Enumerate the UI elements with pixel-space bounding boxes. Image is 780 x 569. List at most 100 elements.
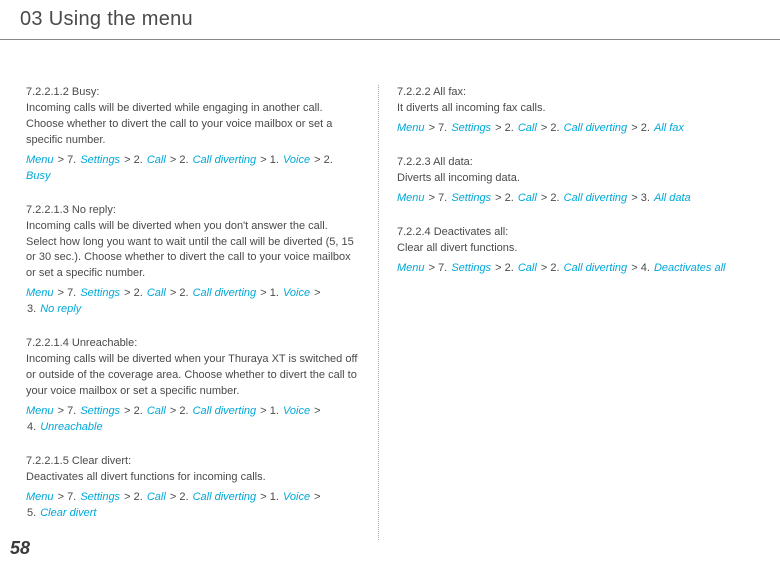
- path-sep: > 2.: [120, 287, 147, 299]
- section-all-data: 7.2.2.3 All data: Diverts all incoming d…: [397, 155, 738, 207]
- path-sep: > 2.: [491, 262, 518, 274]
- section-heading: 7.2.2.1.2 Busy:: [26, 85, 360, 101]
- path-sep: >: [310, 287, 321, 299]
- menu-path-line2: 3. No reply: [26, 302, 360, 318]
- path-sep: > 1.: [256, 287, 283, 299]
- menu-step: Call: [147, 405, 166, 417]
- path-sep: > 2.: [627, 122, 654, 134]
- path-sep: > 4.: [627, 262, 654, 274]
- section-all-fax: 7.2.2.2 All fax: It diverts all incoming…: [397, 85, 738, 137]
- path-sep: > 1.: [256, 154, 283, 166]
- menu-path: Menu > 7. Settings > 2. Call > 2. Call d…: [26, 404, 360, 420]
- path-sep: > 7.: [54, 491, 81, 503]
- menu-step: Menu: [26, 287, 54, 299]
- menu-step: Call diverting: [193, 154, 257, 166]
- menu-step: Settings: [80, 287, 120, 299]
- path-sep: > 2.: [537, 122, 564, 134]
- path-sep: >: [310, 491, 321, 503]
- section-text: Clear all divert functions.: [397, 241, 738, 257]
- menu-step: Call diverting: [564, 192, 628, 204]
- path-sep: > 7.: [425, 122, 452, 134]
- menu-step: Menu: [26, 154, 54, 166]
- path-sep: > 1.: [256, 491, 283, 503]
- path-sep: > 3.: [627, 192, 654, 204]
- menu-step: Call diverting: [193, 405, 257, 417]
- menu-step: Call diverting: [564, 122, 628, 134]
- path-sep: > 2.: [537, 192, 564, 204]
- menu-step: Menu: [26, 491, 54, 503]
- menu-step: Settings: [80, 154, 120, 166]
- path-sep: > 7.: [54, 154, 81, 166]
- content-columns: 7.2.2.1.2 Busy: Incoming calls will be d…: [0, 40, 780, 540]
- column-right: 7.2.2.2 All fax: It diverts all incoming…: [378, 85, 738, 540]
- menu-path: Menu > 7. Settings > 2. Call > 2. Call d…: [397, 261, 738, 277]
- menu-step: Deactivates all: [654, 262, 726, 274]
- path-sep: > 2.: [166, 287, 193, 299]
- path-sep: > 1.: [256, 405, 283, 417]
- section-text: Deactivates all divert functions for inc…: [26, 470, 360, 486]
- menu-step: Menu: [397, 122, 425, 134]
- menu-step: Menu: [26, 405, 54, 417]
- path-sep: > 2.: [491, 122, 518, 134]
- menu-step: Call: [518, 192, 537, 204]
- menu-step: No reply: [40, 303, 81, 315]
- path-sep: > 2.: [120, 405, 147, 417]
- section-busy: 7.2.2.1.2 Busy: Incoming calls will be d…: [26, 85, 360, 185]
- section-heading: 7.2.2.3 All data:: [397, 155, 738, 171]
- menu-step: Settings: [80, 405, 120, 417]
- menu-step: Voice: [283, 491, 310, 503]
- path-sep: > 2.: [310, 154, 334, 166]
- section-deactivates-all: 7.2.2.4 Deactivates all: Clear all diver…: [397, 225, 738, 277]
- menu-path: Menu > 7. Settings > 2. Call > 2. Call d…: [26, 490, 360, 506]
- menu-step: All data: [654, 192, 691, 204]
- path-sep: > 2.: [120, 491, 147, 503]
- path-sep: > 2.: [166, 154, 193, 166]
- section-text: Diverts all incoming data.: [397, 171, 738, 187]
- section-text: Incoming calls will be diverted while en…: [26, 101, 360, 149]
- menu-step: Call diverting: [193, 287, 257, 299]
- menu-step: Voice: [283, 405, 310, 417]
- menu-path: Menu > 7. Settings > 2. Call > 2. Call d…: [397, 121, 738, 137]
- menu-step: Call: [518, 262, 537, 274]
- menu-step: Busy: [26, 170, 50, 182]
- path-sep: 5.: [26, 507, 40, 519]
- path-sep: > 2.: [491, 192, 518, 204]
- menu-path-line2: 4. Unreachable: [26, 420, 360, 436]
- menu-step: Call diverting: [564, 262, 628, 274]
- path-sep: > 7.: [54, 287, 81, 299]
- path-sep: > 7.: [425, 262, 452, 274]
- menu-step: Settings: [451, 192, 491, 204]
- path-sep: 3.: [26, 303, 40, 315]
- section-clear-divert: 7.2.2.1.5 Clear divert: Deactivates all …: [26, 454, 360, 522]
- menu-step: Call: [147, 287, 166, 299]
- menu-step: Menu: [397, 262, 425, 274]
- menu-step: Voice: [283, 154, 310, 166]
- menu-step: Settings: [451, 262, 491, 274]
- menu-step: Call: [518, 122, 537, 134]
- menu-step: Clear divert: [40, 507, 96, 519]
- menu-step: Settings: [451, 122, 491, 134]
- path-sep: > 7.: [425, 192, 452, 204]
- menu-step: Call diverting: [193, 491, 257, 503]
- section-text: Incoming calls will be diverted when you…: [26, 352, 360, 400]
- menu-path: Menu > 7. Settings > 2. Call > 2. Call d…: [26, 286, 360, 302]
- chapter-title: 03 Using the menu: [0, 0, 780, 31]
- section-heading: 7.2.2.4 Deactivates all:: [397, 225, 738, 241]
- section-no-reply: 7.2.2.1.3 No reply: Incoming calls will …: [26, 203, 360, 319]
- menu-step: All fax: [654, 122, 684, 134]
- column-left: 7.2.2.1.2 Busy: Incoming calls will be d…: [26, 85, 378, 540]
- path-sep: > 2.: [120, 154, 147, 166]
- section-heading: 7.2.2.1.4 Unreachable:: [26, 336, 360, 352]
- menu-path-line2: 5. Clear divert: [26, 506, 360, 522]
- menu-step: Menu: [397, 192, 425, 204]
- path-sep: 4.: [26, 421, 40, 433]
- section-heading: 7.2.2.2 All fax:: [397, 85, 738, 101]
- path-sep: > 2.: [166, 491, 193, 503]
- menu-path: Menu > 7. Settings > 2. Call > 2. Call d…: [26, 153, 360, 185]
- menu-step: Voice: [283, 287, 310, 299]
- section-text: It diverts all incoming fax calls.: [397, 101, 738, 117]
- menu-step: Settings: [80, 491, 120, 503]
- section-heading: 7.2.2.1.5 Clear divert:: [26, 454, 360, 470]
- section-unreachable: 7.2.2.1.4 Unreachable: Incoming calls wi…: [26, 336, 360, 436]
- path-sep: > 2.: [537, 262, 564, 274]
